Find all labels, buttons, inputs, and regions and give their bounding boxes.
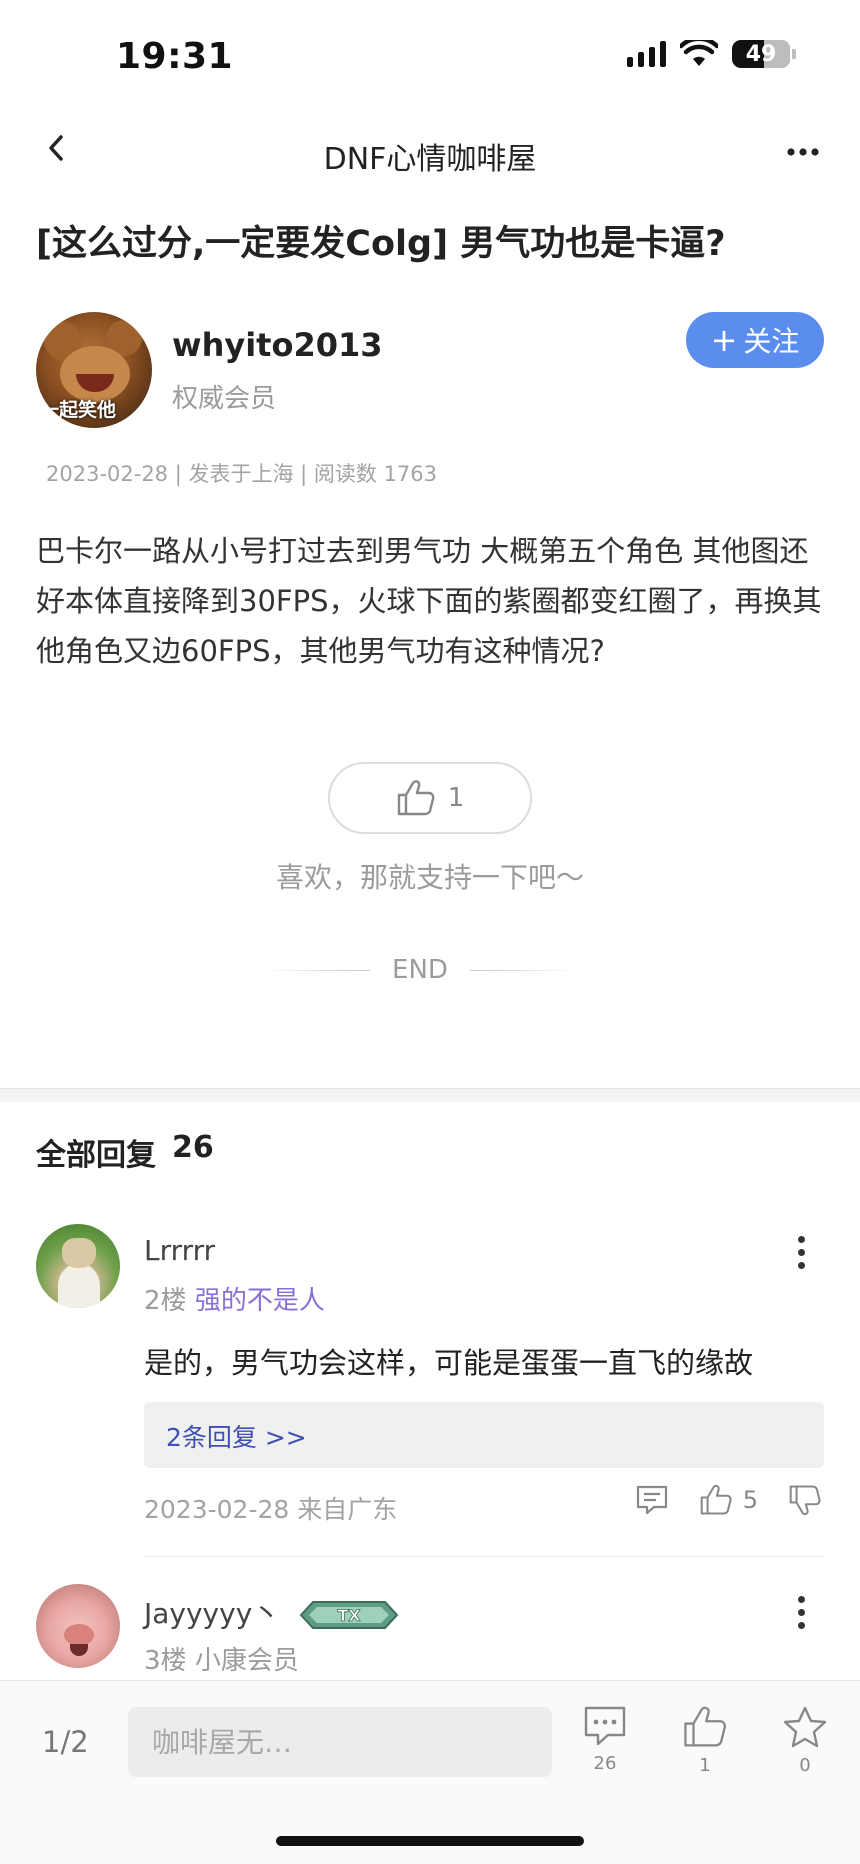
replies-header: 全部回复 26	[36, 1130, 214, 1174]
post-body: 巴卡尔一路从小号打过去到男气功 大概第五个角色 其他图还好本体直接降到30FPS…	[36, 534, 822, 668]
comments-count: 26	[593, 1753, 617, 1774]
commenter-name[interactable]: Jayyyyy丶	[144, 1597, 280, 1630]
comment-floor: 3楼	[144, 1646, 187, 1676]
post-like-count: 1	[447, 783, 465, 813]
thumbs-up-icon	[700, 1484, 732, 1515]
commenter-name[interactable]: Lrrrrr	[144, 1234, 215, 1267]
status-time: 19:31	[116, 36, 234, 77]
divider	[260, 969, 371, 971]
comment-icon	[584, 1706, 626, 1746]
more-options-button[interactable]	[778, 132, 828, 172]
replies-count: 26	[172, 1130, 214, 1165]
author-name[interactable]: whyito2013	[172, 326, 383, 364]
plus-icon: +	[710, 321, 738, 359]
like-button[interactable]: 1	[670, 1705, 740, 1776]
comment-actions: 5	[635, 1484, 822, 1516]
divider	[469, 969, 580, 971]
post-title: [这么过分,一定要发Colg] 男气功也是卡逼?	[36, 224, 726, 264]
battery-icon: 49	[732, 40, 796, 68]
nav-bar: DNF心情咖啡屋	[0, 110, 860, 196]
status-bar: 19:31 49	[0, 0, 860, 110]
home-indicator	[276, 1836, 584, 1846]
page-indicator[interactable]: 1/2	[42, 1725, 89, 1759]
thumbs-up-icon	[684, 1706, 726, 1747]
more-horizontal-icon	[787, 148, 819, 156]
reply-comment-button[interactable]	[635, 1484, 669, 1516]
comment-more-button[interactable]	[786, 1232, 816, 1272]
avatar-caption: 一起笑他	[40, 399, 117, 421]
favorite-button[interactable]: 0	[770, 1705, 840, 1776]
battery-level: 49	[745, 41, 777, 67]
commenter-avatar[interactable]	[36, 1224, 120, 1308]
comment-like-count: 5	[742, 1486, 758, 1514]
like-hint: 喜欢，那就支持一下吧～	[275, 861, 584, 894]
sub-replies-box[interactable]: 2条回复 >>	[144, 1402, 824, 1468]
level-badge-icon: TX	[299, 1601, 399, 1629]
comment-floor: 2楼	[144, 1286, 187, 1316]
star-icon	[783, 1706, 827, 1748]
comment-text: 是的，男气功会这样，可能是蛋蛋一直飞的缘故	[144, 1346, 754, 1380]
comment-more-button[interactable]	[786, 1592, 816, 1632]
replies-header-label: 全部回复	[36, 1138, 156, 1173]
commenter-title-tag: 小康会员	[194, 1646, 299, 1676]
thumbs-down-icon	[789, 1485, 821, 1516]
wifi-icon	[680, 40, 718, 66]
end-marker: END	[250, 952, 590, 988]
sub-replies-link[interactable]: 2条回复 >>	[166, 1418, 307, 1454]
level-badge-text: TX	[338, 1606, 362, 1625]
commenter-avatar[interactable]	[36, 1584, 120, 1668]
follow-label: 关注	[743, 325, 800, 358]
status-icons: 49	[627, 40, 796, 68]
comment-icon	[636, 1485, 667, 1515]
author-avatar[interactable]: 一起笑他	[36, 312, 152, 428]
follow-button[interactable]: + 关注	[686, 312, 824, 368]
comment-like-button[interactable]: 5	[699, 1484, 758, 1516]
section-divider	[0, 1088, 860, 1102]
likes-count: 1	[699, 1755, 711, 1776]
author-rank: 权威会员	[172, 384, 277, 414]
commenter-name-row: Jayyyyy丶 TX	[144, 1592, 399, 1632]
comment-separator	[144, 1556, 824, 1557]
favorites-count: 0	[799, 1755, 811, 1776]
page-title: DNF心情咖啡屋	[323, 142, 537, 177]
comment-floor-line: 3楼 小康会员	[144, 1640, 299, 1677]
reply-input[interactable]	[128, 1707, 552, 1777]
cellular-signal-icon	[627, 41, 666, 67]
thumbs-up-icon	[397, 780, 435, 816]
comment-floor-line: 2楼 强的不是人	[144, 1280, 325, 1317]
end-label: END	[392, 955, 448, 985]
comment-dislike-button[interactable]	[788, 1484, 822, 1516]
commenter-title-tag: 强的不是人	[194, 1286, 325, 1316]
post-meta: 2023-02-28 | 发表于上海 | 阅读数 1763	[46, 462, 438, 486]
post-like-button[interactable]: 1	[328, 762, 532, 834]
comments-button[interactable]: 26	[570, 1705, 640, 1774]
comment-meta: 2023-02-28 来自广东	[144, 1495, 398, 1524]
